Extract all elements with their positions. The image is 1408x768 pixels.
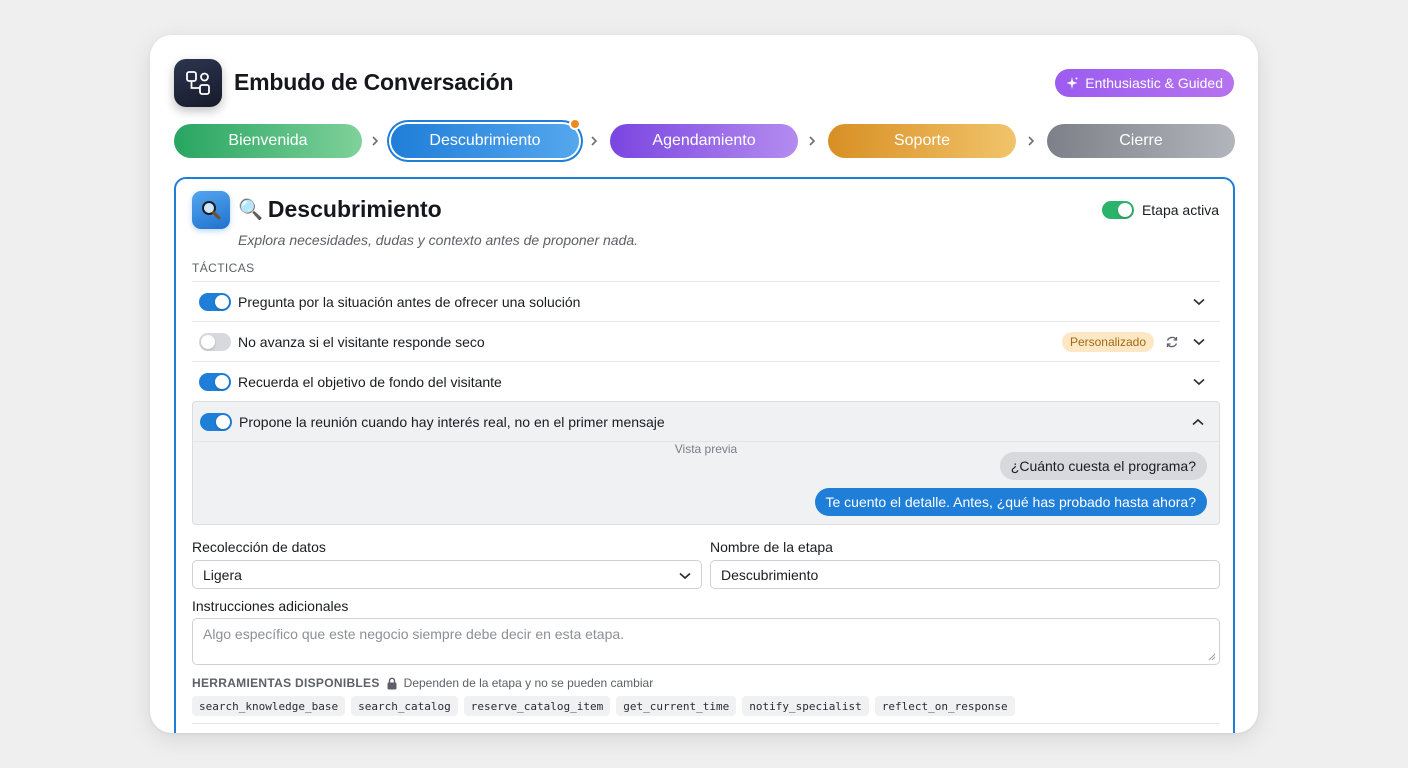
magnifier-icon xyxy=(192,191,230,229)
persona-label: Enthusiastic & Guided xyxy=(1085,75,1223,91)
tactic-toggle[interactable] xyxy=(200,412,232,431)
chevron-down-icon[interactable] xyxy=(1192,375,1206,389)
stage-title: 🔍 Descubrimiento xyxy=(238,196,442,223)
tools-list: search_knowledge_base search_catalog res… xyxy=(192,696,1015,716)
chevron-right-icon xyxy=(369,132,381,150)
chevron-right-icon xyxy=(1025,132,1037,150)
tactics-section-label: TÁCTICAS xyxy=(192,261,255,275)
tactics-list: Pregunta por la situación antes de ofrec… xyxy=(192,281,1220,525)
lock-icon xyxy=(387,677,397,689)
stage-description: Explora necesidades, dudas y contexto an… xyxy=(238,232,639,248)
stage-pill-descubrimiento[interactable]: Descubrimiento xyxy=(391,118,581,158)
chevron-right-icon xyxy=(588,132,600,150)
tactic-toggle[interactable] xyxy=(199,332,231,351)
stage-label: Soporte xyxy=(893,132,951,149)
toggle-switch[interactable] xyxy=(1101,201,1134,219)
funnel-editor-card: Embudo de Conversación Enthusiastic & Gu… xyxy=(150,35,1258,733)
tactic-preview: Vista previa ¿Cuánto cuesta el programa?… xyxy=(192,441,1220,525)
tools-note: Dependen de la etapa y no se pueden camb… xyxy=(403,676,654,690)
unsaved-indicator xyxy=(569,118,581,130)
stage-title-text: Descubrimiento xyxy=(267,196,442,222)
data-collection-select[interactable]: Ligera xyxy=(192,560,702,589)
flow-shapes-icon xyxy=(174,59,222,107)
tool-chip: reflect_on_response xyxy=(874,696,1015,716)
stage-name-label: Nombre de la etapa xyxy=(710,539,833,555)
custom-badge: Personalizado xyxy=(1061,331,1154,352)
tactic-text: Recuerda el objetivo de fondo del visita… xyxy=(238,373,502,390)
stage-active-toggle[interactable]: Etapa activa xyxy=(1101,201,1219,219)
data-collection-label: Recolección de datos xyxy=(192,539,326,555)
stage-name-input[interactable]: Descubrimiento xyxy=(710,560,1220,589)
stage-label: Bienvenida xyxy=(228,132,308,149)
resize-handle-icon[interactable] xyxy=(1208,653,1216,661)
tactic-row[interactable]: Pregunta por la situación antes de ofrec… xyxy=(192,281,1220,321)
tool-chip: search_knowledge_base xyxy=(192,696,346,716)
tools-label: HERRAMIENTAS DISPONIBLES xyxy=(192,676,380,690)
tactic-toggle[interactable] xyxy=(199,292,231,311)
tactic-text: Propone la reunión cuando hay interés re… xyxy=(239,413,665,430)
stage-pill-soporte[interactable]: Soporte xyxy=(828,124,1016,158)
chevron-up-icon[interactable] xyxy=(1191,415,1205,429)
tool-chip: get_current_time xyxy=(616,696,737,716)
tool-chip: reserve_catalog_item xyxy=(463,696,611,716)
instructions-placeholder: Algo específico que este negocio siempre… xyxy=(203,626,625,642)
tactic-row[interactable]: Recuerda el objetivo de fondo del visita… xyxy=(192,361,1220,401)
chevron-right-icon xyxy=(806,132,818,150)
tactic-text: No avanza si el visitante responde seco xyxy=(238,333,485,350)
tactic-row[interactable]: No avanza si el visitante responde seco … xyxy=(192,321,1220,361)
stage-label: Agendamiento xyxy=(652,132,756,149)
stage-pipeline: Bienvenida Descubrimiento Agendamiento S… xyxy=(174,118,1235,158)
magnifier-emoji-icon: 🔍 xyxy=(238,199,263,221)
stage-detail-panel: 🔍 Descubrimiento Explora necesidades, du… xyxy=(174,177,1235,733)
divider xyxy=(192,723,1220,724)
instructions-textarea[interactable]: Algo específico que este negocio siempre… xyxy=(192,618,1220,665)
tools-header: HERRAMIENTAS DISPONIBLES Dependen de la … xyxy=(192,676,653,690)
stage-label: Descubrimiento xyxy=(429,132,541,149)
stage-label: Cierre xyxy=(1119,132,1163,149)
reset-icon[interactable] xyxy=(1164,334,1180,350)
chevron-down-icon[interactable] xyxy=(1192,335,1206,349)
stage-pill-cierre[interactable]: Cierre xyxy=(1047,124,1235,158)
chevron-down-icon xyxy=(679,567,691,583)
preview-bot-bubble: Te cuento el detalle. Antes, ¿qué has pr… xyxy=(814,488,1207,516)
tactic-text: Pregunta por la situación antes de ofrec… xyxy=(238,293,581,310)
app-title: Embudo de Conversación xyxy=(234,69,514,95)
preview-user-bubble: ¿Cuánto cuesta el programa? xyxy=(999,452,1207,480)
stage-pill-bienvenida[interactable]: Bienvenida xyxy=(174,124,362,158)
instructions-label: Instrucciones adicionales xyxy=(192,598,349,614)
sparkle-icon xyxy=(1066,77,1078,89)
chevron-down-icon[interactable] xyxy=(1192,295,1206,309)
stage-name-value: Descubrimiento xyxy=(721,566,819,583)
persona-badge[interactable]: Enthusiastic & Guided xyxy=(1055,69,1234,97)
tactic-row-expanded[interactable]: Propone la reunión cuando hay interés re… xyxy=(192,401,1220,441)
stage-active-label: Etapa activa xyxy=(1141,202,1219,218)
tactic-toggle[interactable] xyxy=(199,372,231,391)
tool-chip: search_catalog xyxy=(351,696,458,716)
data-collection-value: Ligera xyxy=(203,566,242,583)
stage-pill-agendamiento[interactable]: Agendamiento xyxy=(610,124,798,158)
tool-chip: notify_specialist xyxy=(742,696,869,716)
